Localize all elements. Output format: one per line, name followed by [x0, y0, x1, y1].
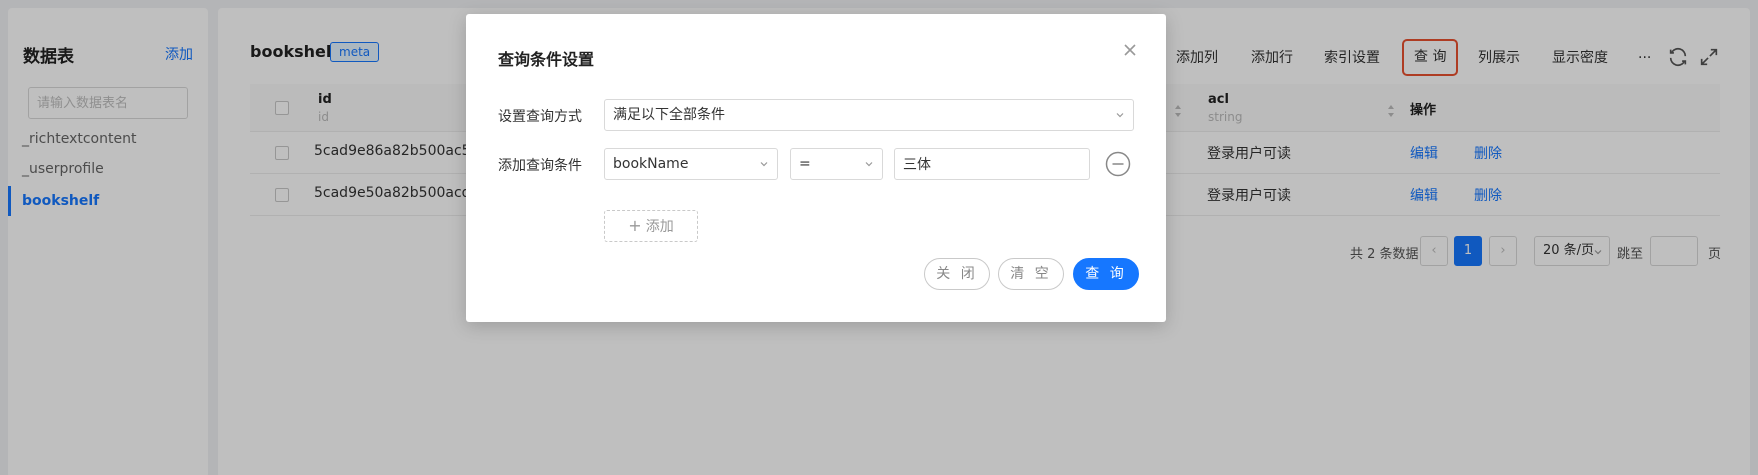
remove-condition-icon[interactable]: [1105, 151, 1131, 177]
field-value: bookName: [613, 156, 689, 172]
modal-title: 查询条件设置: [498, 50, 595, 69]
chevron-down-icon: [1116, 113, 1124, 118]
add-condition-label-text: 添加: [645, 219, 674, 235]
operator-select[interactable]: =: [790, 148, 883, 180]
query-mode-value: 满足以下全部条件: [613, 107, 725, 123]
clear-button[interactable]: 清 空: [998, 258, 1064, 290]
close-button[interactable]: 关 闭: [924, 258, 990, 290]
chevron-down-icon: [865, 162, 873, 167]
operator-value: =: [799, 156, 811, 172]
query-mode-label: 设置查询方式: [498, 109, 582, 125]
submit-query-button[interactable]: 查 询: [1073, 258, 1139, 290]
condition-value-input[interactable]: [894, 148, 1090, 180]
add-condition-label: 添加查询条件: [498, 158, 582, 174]
add-condition-button[interactable]: + 添加: [604, 210, 698, 242]
plus-icon: +: [628, 216, 642, 235]
query-modal: 查询条件设置 设置查询方式 满足以下全部条件 添加查询条件 bookName =…: [466, 14, 1166, 322]
chevron-down-icon: [760, 162, 768, 167]
close-icon[interactable]: [1120, 40, 1140, 60]
field-select[interactable]: bookName: [604, 148, 778, 180]
query-mode-select[interactable]: 满足以下全部条件: [604, 99, 1134, 131]
